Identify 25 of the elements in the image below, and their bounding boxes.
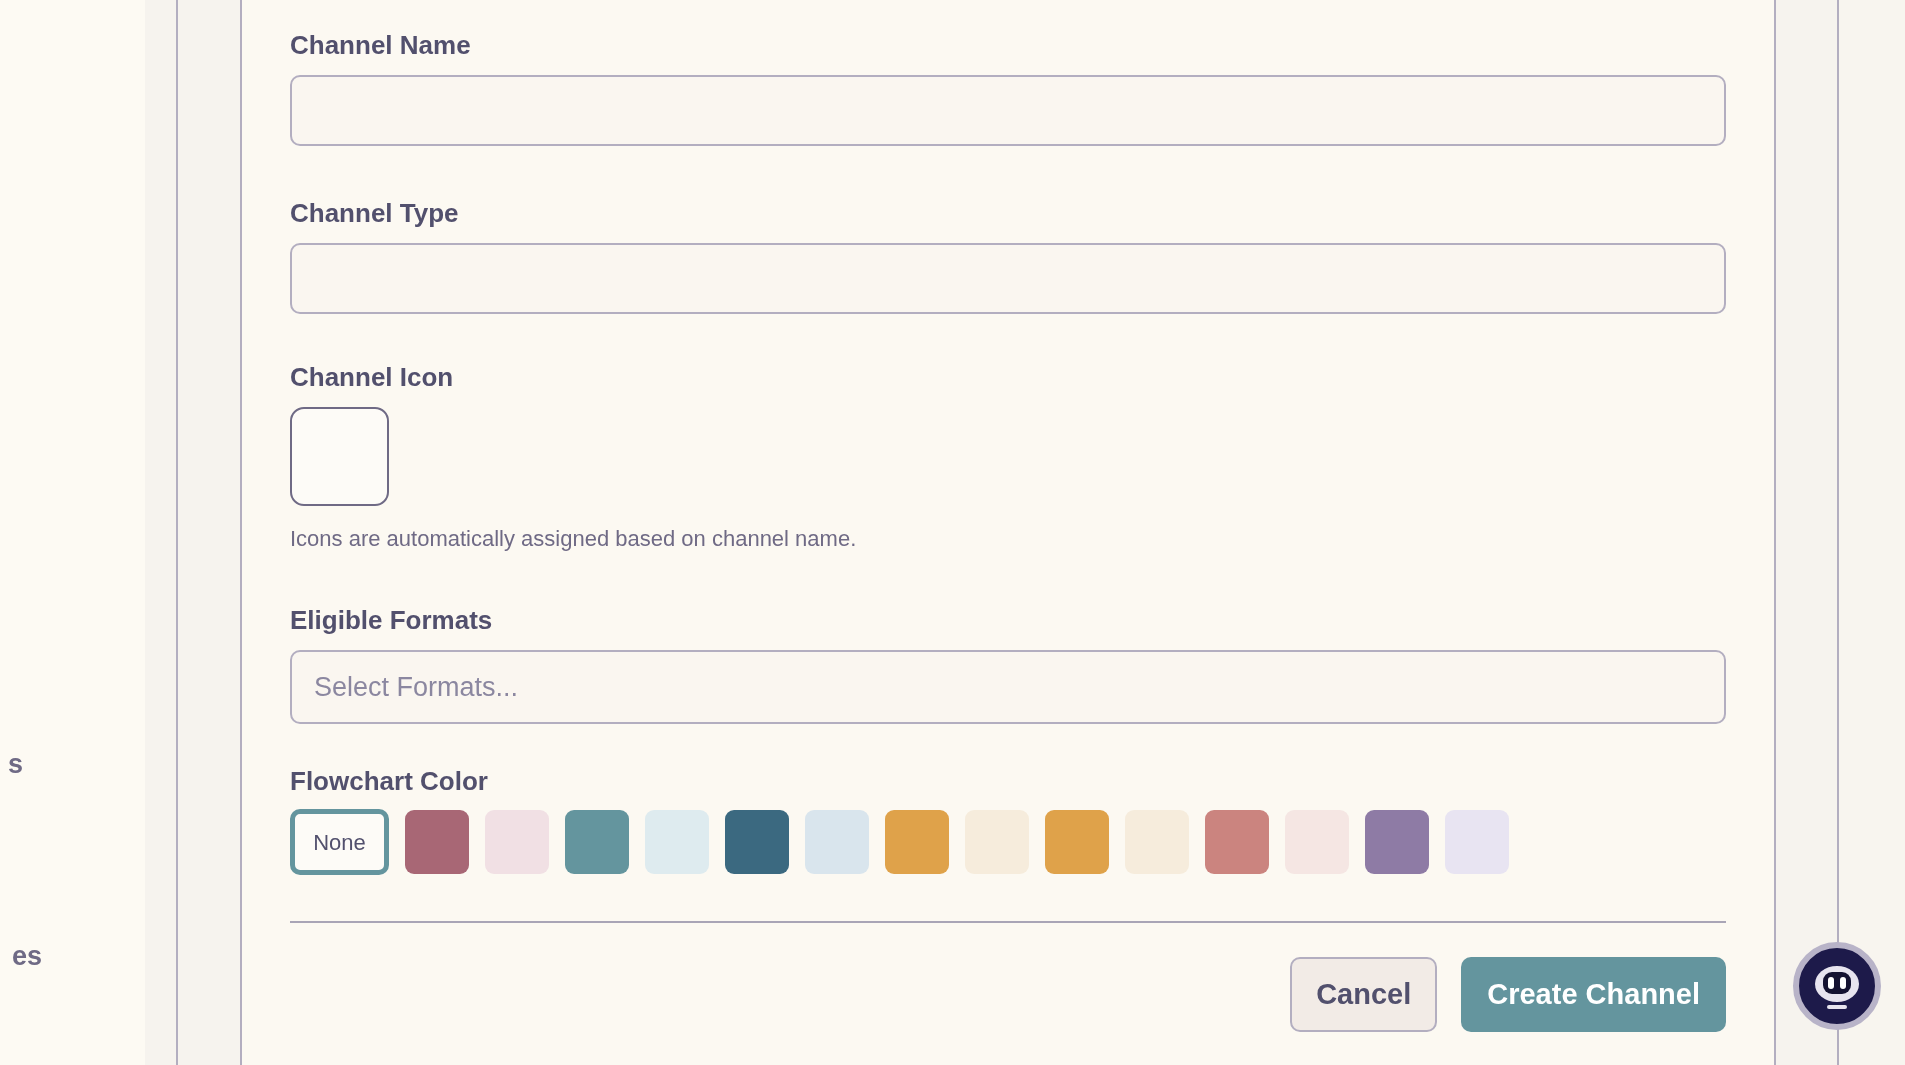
sidebar-item[interactable]: s [7, 744, 23, 785]
input-field[interactable] [290, 75, 1726, 146]
field-label: Eligible Formats [290, 604, 493, 637]
color-swatch[interactable] [725, 810, 789, 874]
field-label: Flowchart Color [290, 765, 488, 798]
color-swatch[interactable] [645, 810, 709, 874]
field-label: Channel Type [290, 197, 459, 230]
color-swatch[interactable]: None [290, 809, 389, 875]
cancel-button[interactable]: Cancel [1290, 957, 1438, 1032]
create-button[interactable]: Create Channel [1461, 957, 1726, 1032]
color-swatch[interactable] [1045, 810, 1109, 874]
sidebar-item[interactable]: es [11, 936, 42, 977]
select-field[interactable]: Select Formats... [290, 650, 1726, 724]
color-swatch[interactable] [565, 810, 629, 874]
input-field[interactable] [290, 243, 1726, 314]
color-swatch[interactable] [1365, 810, 1429, 874]
color-swatch[interactable] [405, 810, 469, 874]
color-swatch[interactable] [485, 810, 549, 874]
field-label: Channel Icon [290, 361, 454, 394]
color-swatch[interactable] [885, 810, 949, 874]
color-swatch[interactable] [1205, 810, 1269, 874]
field-label: Channel Name [290, 29, 471, 62]
icon-picker[interactable] [290, 407, 389, 506]
color-swatch[interactable] [805, 810, 869, 874]
hint-text: Icons are automatically assigned based on channel name. [290, 525, 858, 553]
